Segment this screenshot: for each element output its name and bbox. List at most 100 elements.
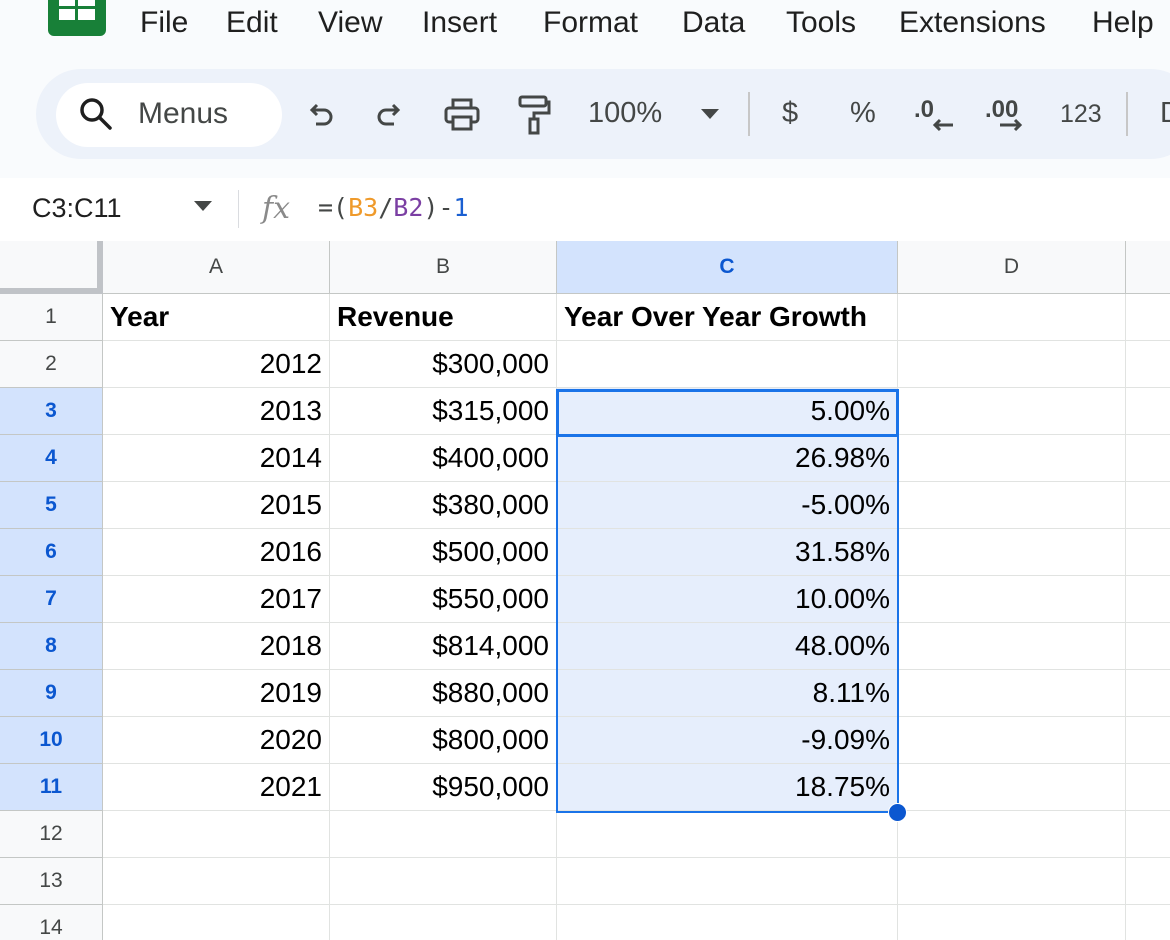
cell-a11[interactable]: 2021 [103, 764, 330, 811]
cell-d8[interactable] [898, 623, 1126, 670]
cell-a8[interactable]: 2018 [103, 623, 330, 670]
cell-a1[interactable]: Year [103, 294, 330, 341]
cell-c14[interactable] [557, 905, 898, 940]
paint-format-button[interactable] [512, 92, 556, 138]
cell-c4[interactable]: 26.98% [557, 435, 898, 482]
menu-extensions[interactable]: Extensions [899, 6, 1046, 40]
cell-a13[interactable] [103, 858, 330, 905]
select-all-corner[interactable] [0, 241, 103, 294]
row-header-13[interactable]: 13 [0, 858, 103, 905]
cell-d6[interactable] [898, 529, 1126, 576]
menu-help[interactable]: Help [1092, 6, 1154, 40]
decrease-decimal-button[interactable]: .0 [910, 92, 958, 138]
cell-e3[interactable] [1126, 388, 1170, 435]
row-header-5[interactable]: 5 [0, 482, 103, 529]
menu-data[interactable]: Data [682, 6, 745, 40]
cell-a10[interactable]: 2020 [103, 717, 330, 764]
sheet-grid[interactable]: A B C D 1 2 3 4 5 6 7 8 9 10 11 12 13 14 Year Revenue Year O… [0, 241, 1170, 940]
cell-d9[interactable] [898, 670, 1126, 717]
more-formats-button[interactable]: 123 [1060, 100, 1102, 129]
row-header-4[interactable]: 4 [0, 435, 103, 482]
cell-e6[interactable] [1126, 529, 1170, 576]
row-header-1[interactable]: 1 [0, 294, 103, 341]
cell-e14[interactable] [1126, 905, 1170, 940]
undo-button[interactable] [300, 92, 340, 138]
cell-e2[interactable] [1126, 341, 1170, 388]
menu-insert[interactable]: Insert [422, 6, 497, 40]
cell-e9[interactable] [1126, 670, 1170, 717]
cell-d14[interactable] [898, 905, 1126, 940]
increase-decimal-button[interactable]: .00 [982, 92, 1032, 138]
row-header-14[interactable]: 14 [0, 905, 103, 940]
percent-format-button[interactable]: % [850, 97, 876, 130]
cell-d3[interactable] [898, 388, 1126, 435]
cell-c9[interactable]: 8.11% [557, 670, 898, 717]
menu-edit[interactable]: Edit [226, 6, 278, 40]
cell-a4[interactable]: 2014 [103, 435, 330, 482]
cell-b5[interactable]: $380,000 [330, 482, 557, 529]
currency-format-button[interactable]: $ [782, 97, 798, 130]
fill-handle[interactable] [888, 803, 907, 822]
cell-b8[interactable]: $814,000 [330, 623, 557, 670]
row-header-8[interactable]: 8 [0, 623, 103, 670]
cell-b4[interactable]: $400,000 [330, 435, 557, 482]
column-header-c[interactable]: C [557, 241, 898, 294]
zoom-dropdown-icon[interactable] [700, 108, 720, 120]
cell-a5[interactable]: 2015 [103, 482, 330, 529]
row-header-12[interactable]: 12 [0, 811, 103, 858]
cell-b14[interactable] [330, 905, 557, 940]
cell-a3[interactable]: 2013 [103, 388, 330, 435]
cell-e1[interactable] [1126, 294, 1170, 341]
cell-c11[interactable]: 18.75% [557, 764, 898, 811]
cell-e10[interactable] [1126, 717, 1170, 764]
name-box[interactable]: C3:C11 [32, 193, 122, 224]
menu-file[interactable]: File [140, 6, 188, 40]
name-box-dropdown-icon[interactable] [193, 200, 213, 212]
cell-b1[interactable]: Revenue [330, 294, 557, 341]
cell-e7[interactable] [1126, 576, 1170, 623]
cell-e11[interactable] [1126, 764, 1170, 811]
cell-d12[interactable] [898, 811, 1126, 858]
cell-a2[interactable]: 2012 [103, 341, 330, 388]
sheets-logo-icon[interactable] [48, 0, 106, 36]
cell-c7[interactable]: 10.00% [557, 576, 898, 623]
row-header-7[interactable]: 7 [0, 576, 103, 623]
cell-e13[interactable] [1126, 858, 1170, 905]
cell-b10[interactable]: $800,000 [330, 717, 557, 764]
column-header-d[interactable]: D [898, 241, 1126, 294]
cell-e4[interactable] [1126, 435, 1170, 482]
cell-c10[interactable]: -9.09% [557, 717, 898, 764]
font-select-truncated[interactable]: D [1160, 97, 1170, 130]
row-header-11[interactable]: 11 [0, 764, 103, 811]
cell-c2[interactable] [557, 341, 898, 388]
cell-a7[interactable]: 2017 [103, 576, 330, 623]
cell-d11[interactable] [898, 764, 1126, 811]
cell-a9[interactable]: 2019 [103, 670, 330, 717]
row-header-6[interactable]: 6 [0, 529, 103, 576]
cell-e8[interactable] [1126, 623, 1170, 670]
row-header-10[interactable]: 10 [0, 717, 103, 764]
cell-b12[interactable] [330, 811, 557, 858]
cell-d13[interactable] [898, 858, 1126, 905]
cell-b3[interactable]: $315,000 [330, 388, 557, 435]
row-header-9[interactable]: 9 [0, 670, 103, 717]
cell-b7[interactable]: $550,000 [330, 576, 557, 623]
cell-a12[interactable] [103, 811, 330, 858]
cell-d1[interactable] [898, 294, 1126, 341]
cell-d2[interactable] [898, 341, 1126, 388]
cell-c3[interactable]: 5.00% [557, 388, 898, 435]
cell-e12[interactable] [1126, 811, 1170, 858]
cell-e5[interactable] [1126, 482, 1170, 529]
cell-b13[interactable] [330, 858, 557, 905]
cell-c5[interactable]: -5.00% [557, 482, 898, 529]
cell-c8[interactable]: 48.00% [557, 623, 898, 670]
column-header-b[interactable]: B [330, 241, 557, 294]
cell-b6[interactable]: $500,000 [330, 529, 557, 576]
formula-input[interactable]: =(B3/B2)-1 [318, 193, 469, 222]
cell-a6[interactable]: 2016 [103, 529, 330, 576]
cell-c13[interactable] [557, 858, 898, 905]
cell-b2[interactable]: $300,000 [330, 341, 557, 388]
cell-c12[interactable] [557, 811, 898, 858]
redo-button[interactable] [370, 92, 410, 138]
row-header-2[interactable]: 2 [0, 341, 103, 388]
